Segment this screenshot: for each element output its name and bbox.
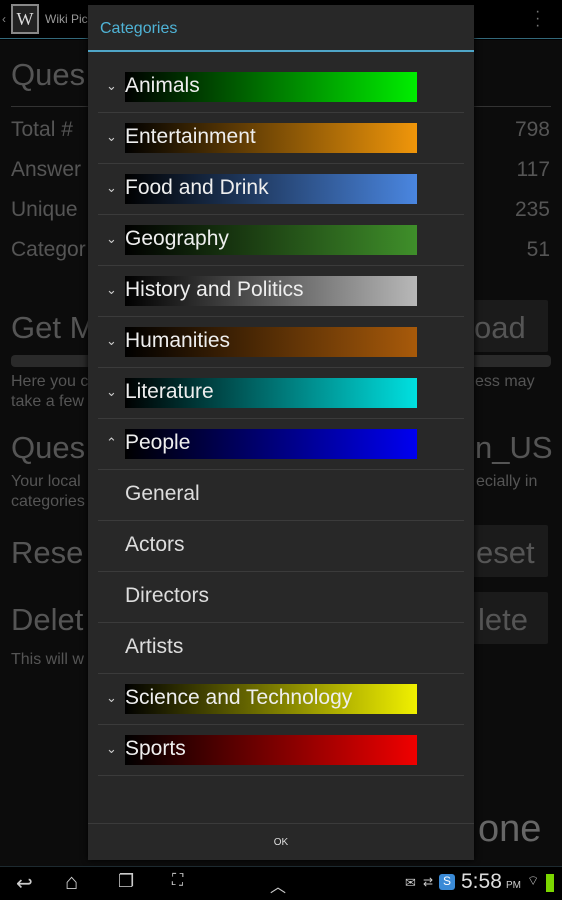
chevron-up-icon: ⌃ — [106, 435, 117, 450]
chevron-down-icon: ⌄ — [106, 231, 117, 246]
category-label: Science and Technology — [125, 686, 353, 709]
subcategory-item[interactable]: Directors — [98, 572, 464, 623]
locale-description: Your local — [11, 473, 81, 490]
wifi-icon: ⌔ — [527, 873, 540, 888]
stat-label: Unique — [11, 198, 78, 221]
title-divider — [88, 50, 474, 52]
reset-heading: Rese — [11, 535, 84, 570]
reset-button-label: eset — [476, 535, 535, 570]
stat-value: 117 — [516, 158, 550, 181]
locale-heading: Ques — [11, 430, 86, 465]
download-description-right: ess may — [475, 373, 535, 390]
categories-dialog: Categories ⌄ Animals ⌄ Entertainment ⌄ F… — [88, 5, 474, 860]
category-label: History and Politics — [125, 278, 304, 301]
app-title: Wiki Pic — [45, 12, 88, 26]
battery-icon — [546, 874, 554, 892]
ok-label: OK — [273, 837, 289, 848]
clock-time: 5:58 — [461, 870, 502, 893]
delete-button[interactable]: lete — [462, 592, 548, 644]
category-group-entertainment[interactable]: ⌄ Entertainment — [98, 113, 464, 164]
category-group-literature[interactable]: ⌄ Literature — [98, 368, 464, 419]
stat-label: Answer — [11, 158, 82, 181]
stat-value: 235 — [514, 198, 550, 221]
category-label: Entertainment — [125, 125, 256, 148]
category-group-science-and-technology[interactable]: ⌄ Science and Technology — [98, 674, 464, 725]
category-group-animals[interactable]: ⌄ Animals — [98, 62, 464, 113]
overflow-menu-icon[interactable]: · · · — [535, 4, 540, 34]
questions-heading: Ques — [11, 57, 86, 92]
reset-button[interactable]: eset — [462, 525, 548, 577]
app-logo-icon[interactable]: W — [11, 4, 39, 34]
subcategory-label: Actors — [125, 533, 185, 556]
download-description-2: take a few — [11, 393, 84, 410]
category-group-history-and-politics[interactable]: ⌄ History and Politics — [98, 266, 464, 317]
chevron-down-icon: ⌄ — [106, 282, 117, 297]
ok-button[interactable]: OK — [88, 823, 474, 860]
back-icon[interactable]: ↩ — [16, 871, 33, 896]
category-label: Geography — [125, 227, 229, 250]
screenshot-icon[interactable]: ⛶ — [172, 872, 183, 890]
locale-description-right: ecially in — [476, 473, 538, 490]
done-button[interactable]: one — [478, 808, 541, 851]
stat-value: 798 — [514, 118, 550, 141]
system-nav-bar: ↩ ⌂ ❐ ⛶ ︿ ✉ ⇄ S 5:58 PM ⌔ — [0, 866, 562, 900]
back-caret-icon[interactable]: ‹ — [2, 12, 6, 26]
subcategory-item[interactable]: Actors — [98, 521, 464, 572]
delete-button-label: lete — [478, 602, 528, 637]
recent-apps-icon[interactable]: ❐ — [118, 871, 134, 892]
download-button-label: oad — [474, 310, 526, 345]
gmail-icon: ✉ — [405, 875, 416, 890]
category-group-humanities[interactable]: ⌄ Humanities — [98, 317, 464, 368]
get-more-heading: Get M — [11, 310, 96, 345]
subcategory-item[interactable]: Artists — [98, 623, 464, 674]
delete-description: This will w — [11, 651, 84, 668]
category-group-food-and-drink[interactable]: ⌄ Food and Drink — [98, 164, 464, 215]
locale-description-2: categories — [11, 493, 85, 510]
clock-ampm: PM — [506, 880, 521, 891]
category-label: Animals — [125, 74, 200, 97]
skype-icon: S — [439, 874, 455, 890]
chevron-down-icon: ⌄ — [106, 384, 117, 399]
chevron-down-icon: ⌄ — [106, 741, 117, 756]
locale-value: n_US — [475, 430, 553, 465]
download-description: Here you c — [11, 373, 89, 390]
stat-label: Categor — [11, 238, 86, 261]
chevron-down-icon: ⌄ — [106, 129, 117, 144]
category-label: Humanities — [125, 329, 231, 352]
stat-value: 51 — [526, 238, 550, 261]
stat-label: Total # — [11, 118, 73, 141]
dialog-title: Categories — [100, 20, 178, 37]
subcategory-label: General — [125, 482, 200, 505]
category-label: Sports — [125, 737, 186, 760]
chevron-up-icon[interactable]: ︿ — [270, 873, 286, 897]
category-label: People — [125, 431, 191, 454]
delete-heading: Delet — [11, 602, 84, 637]
home-icon[interactable]: ⌂ — [65, 869, 78, 895]
category-label: Literature — [125, 380, 214, 403]
category-group-people[interactable]: ⌃ People — [98, 419, 464, 470]
category-group-sports[interactable]: ⌄ Sports — [98, 725, 464, 776]
download-button[interactable]: oad — [470, 300, 548, 352]
sync-icon: ⇄ — [423, 875, 434, 889]
chevron-down-icon: ⌄ — [106, 180, 117, 195]
chevron-down-icon: ⌄ — [106, 333, 117, 348]
subcategory-label: Artists — [125, 635, 184, 658]
subcategory-label: Directors — [125, 584, 210, 607]
chevron-down-icon: ⌄ — [106, 78, 117, 93]
subcategory-item[interactable]: General — [98, 470, 464, 521]
category-group-geography[interactable]: ⌄ Geography — [98, 215, 464, 266]
chevron-down-icon: ⌄ — [106, 690, 117, 705]
category-label: Food and Drink — [125, 176, 269, 199]
